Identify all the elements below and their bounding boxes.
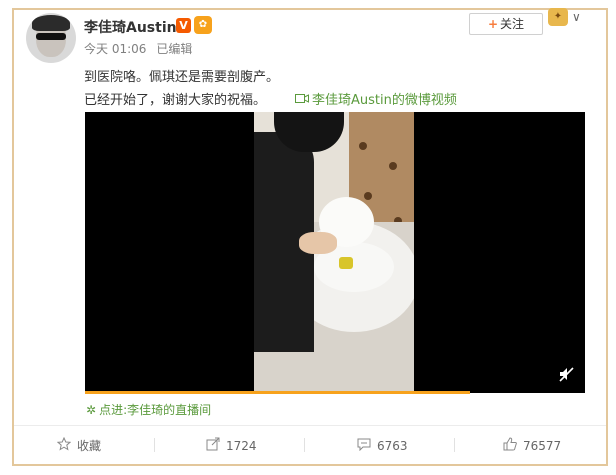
video-link[interactable]: 李佳琦Austin的微博视频 — [295, 89, 457, 108]
card-decoration-icon: ✦ — [548, 8, 568, 26]
post-text-line-2: 已经开始了，谢谢大家的祝福。 — [84, 93, 267, 108]
live-room-link-label: 点进:李佳琦的直播间 — [99, 403, 212, 417]
plus-icon: + — [487, 17, 499, 31]
action-separator — [304, 438, 305, 452]
share-icon — [206, 437, 220, 454]
video-frame-image — [254, 112, 414, 393]
scene-toy — [339, 257, 353, 269]
avatar[interactable] — [26, 13, 76, 63]
divider — [14, 425, 606, 426]
verified-badge-icon: V — [176, 18, 191, 33]
avatar-glasses — [36, 33, 66, 40]
action-separator — [154, 438, 155, 452]
repost-count: 1724 — [226, 438, 257, 453]
video-camera-icon — [295, 93, 309, 108]
post-meta: 今天 01:06 已编辑 — [84, 40, 192, 57]
flower-icon: ✲ — [86, 403, 97, 417]
username[interactable]: 李佳琦Austin — [84, 17, 177, 37]
chevron-down-icon[interactable]: ∨ — [572, 10, 581, 24]
favorite-label: 收藏 — [77, 439, 102, 453]
post-text-line-1: 到医院咯。佩琪还是需要剖腹产。 — [84, 70, 280, 85]
follow-button[interactable]: + 关注 — [469, 13, 543, 35]
mute-icon[interactable] — [558, 366, 574, 382]
like-count: 76577 — [523, 438, 562, 453]
vip-badge-icon: ✿ — [194, 16, 212, 34]
comment-button[interactable]: 6763 — [357, 437, 408, 454]
paw-print — [389, 162, 397, 170]
star-icon — [56, 436, 72, 454]
video-progress-bar[interactable] — [85, 391, 470, 394]
like-icon — [503, 437, 517, 454]
post-time[interactable]: 今天 01:06 — [84, 42, 146, 56]
avatar-hair — [32, 15, 70, 31]
edited-label[interactable]: 已编辑 — [156, 42, 192, 56]
comment-icon — [357, 437, 371, 454]
follow-label: 关注 — [500, 17, 525, 31]
live-room-link[interactable]: ✲ 点进:李佳琦的直播间 — [86, 401, 211, 418]
video-player[interactable] — [85, 112, 585, 393]
comment-count: 6763 — [377, 438, 408, 453]
repost-button[interactable]: 1724 — [206, 437, 257, 454]
paw-print — [364, 192, 372, 200]
video-link-label: 李佳琦Austin的微博视频 — [312, 93, 457, 108]
paw-print — [359, 142, 367, 150]
action-separator — [454, 438, 455, 452]
favorite-button[interactable]: 收藏 — [56, 436, 102, 454]
scene-hand — [299, 232, 337, 254]
like-button[interactable]: 76577 — [503, 437, 561, 454]
